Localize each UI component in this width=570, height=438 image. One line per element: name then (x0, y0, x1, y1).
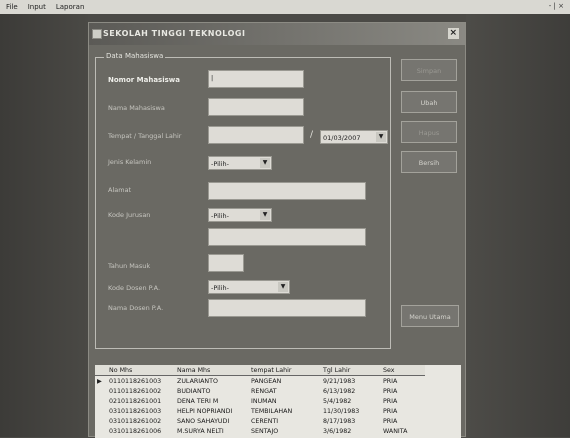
close-button[interactable]: × (448, 28, 459, 39)
kode-jurusan-select[interactable]: -Pilih- ▼ (208, 208, 272, 222)
table-cell[interactable]: PRIA (381, 386, 425, 396)
table-cell[interactable]: SANO SAHAYUDI (175, 416, 249, 426)
dialog-title: SEKOLAH TINGGI TEKNOLOGI (103, 29, 246, 38)
table-row[interactable]: 0110118261002 BUDIANTO RENGAT 6/13/1982 … (95, 386, 425, 396)
kode-jurusan-value: -Pilih- (211, 212, 230, 220)
table-cell[interactable]: 0310118261002 (107, 416, 175, 426)
row-selector[interactable] (95, 396, 107, 406)
table-cell[interactable]: DENA TERI M (175, 396, 249, 406)
nama-jurusan-display (208, 228, 366, 246)
student-table: No Mhs Nama Mhs tempat Lahir Tgl Lahir S… (95, 365, 425, 436)
table-cell[interactable]: RENGAT (249, 386, 321, 396)
tahun-masuk-label: Tahun Masuk (108, 262, 151, 270)
row-selector[interactable] (95, 406, 107, 416)
menu-input[interactable]: Input (28, 3, 46, 11)
alamat-label: Alamat (108, 186, 132, 194)
nama-dosen-display (208, 299, 366, 317)
window-controls[interactable]: - | × (549, 2, 564, 10)
row-selector-header (95, 365, 107, 376)
table-cell[interactable]: SENTAJO (249, 426, 321, 436)
table-cell[interactable]: PRIA (381, 406, 425, 416)
nama-dosen-label: Nama Dosen P.A. (108, 304, 164, 312)
tanggal-lahir-value: 01/03/2007 (323, 134, 361, 142)
bersih-button[interactable]: Bersih (401, 151, 457, 173)
hapus-button[interactable]: Hapus (401, 121, 457, 143)
column-header[interactable]: Nama Mhs (175, 365, 249, 376)
table-cell[interactable]: PRIA (381, 416, 425, 426)
table-cell[interactable]: M.SURYA NELTI (175, 426, 249, 436)
tempat-lahir-input[interactable] (208, 126, 304, 144)
nama-mahasiswa-label: Nama Mahasiswa (108, 104, 165, 112)
kode-dosen-label: Kode Dosen P.A. (108, 284, 161, 292)
column-header[interactable]: No Mhs (107, 365, 175, 376)
menu-bar: File Input Laporan - | × (0, 0, 570, 14)
row-selector[interactable] (95, 426, 107, 436)
table-row[interactable]: ▶ 0110118261003 ZULARIANTO PANGEAN 9/21/… (95, 376, 425, 387)
tempat-tanggal-lahir-label: Tempat / Tanggal Lahir (108, 132, 182, 140)
chevron-down-icon[interactable]: ▼ (260, 158, 270, 168)
menu-laporan[interactable]: Laporan (56, 3, 85, 11)
kode-dosen-value: -Pilih- (211, 284, 230, 292)
tanggal-lahir-picker[interactable]: 01/03/2007 ▼ (320, 130, 388, 144)
date-separator: / (310, 130, 314, 140)
table-cell[interactable]: HELPI NOPRIANDI (175, 406, 249, 416)
table-cell[interactable]: 0310118261006 (107, 426, 175, 436)
column-header[interactable]: tempat Lahir (249, 365, 321, 376)
menu-file[interactable]: File (6, 3, 18, 11)
table-cell[interactable]: PRIA (381, 396, 425, 406)
row-pointer-icon: ▶ (97, 377, 102, 385)
table-cell[interactable]: ZULARIANTO (175, 376, 249, 387)
row-selector[interactable] (95, 416, 107, 426)
left-background-panel (0, 14, 88, 437)
menu-utama-button[interactable]: Menu Utama (401, 305, 459, 327)
jenis-kelamin-value: -Pilih- (211, 160, 230, 168)
table-cell[interactable]: 6/13/1982 (321, 386, 381, 396)
table-cell[interactable]: 8/17/1983 (321, 416, 381, 426)
chevron-down-icon[interactable]: ▼ (278, 282, 288, 292)
right-background-panel (466, 14, 570, 437)
column-header[interactable]: Tgl Lahir (321, 365, 381, 376)
ubah-button[interactable]: Ubah (401, 91, 457, 113)
table-row[interactable]: 0310118261006 M.SURYA NELTI SENTAJO 3/6/… (95, 426, 425, 436)
app-icon (92, 29, 102, 39)
column-header[interactable]: Sex (381, 365, 425, 376)
table-cell[interactable]: 3/6/1982 (321, 426, 381, 436)
student-data-grid[interactable]: No Mhs Nama Mhs tempat Lahir Tgl Lahir S… (95, 365, 461, 438)
table-cell[interactable]: PRIA (381, 376, 425, 387)
table-cell[interactable]: 5/4/1982 (321, 396, 381, 406)
table-header-row: No Mhs Nama Mhs tempat Lahir Tgl Lahir S… (95, 365, 425, 376)
table-cell[interactable]: 9/21/1983 (321, 376, 381, 387)
table-cell[interactable]: WANITA (381, 426, 425, 436)
jenis-kelamin-select[interactable]: -Pilih- ▼ (208, 156, 272, 170)
table-cell[interactable]: 0310118261003 (107, 406, 175, 416)
table-cell[interactable]: 0210118261001 (107, 396, 175, 406)
dialog-titlebar[interactable]: SEKOLAH TINGGI TEKNOLOGI × (89, 23, 465, 45)
table-row[interactable]: 0310118261003 HELPI NOPRIANDI TEMBILAHAN… (95, 406, 425, 416)
student-data-dialog: SEKOLAH TINGGI TEKNOLOGI × Data Mahasisw… (88, 22, 466, 438)
data-mahasiswa-groupbox: Data Mahasiswa Nomor Mahasiswa | Nama Ma… (95, 52, 391, 349)
table-row[interactable]: 0310118261002 SANO SAHAYUDI CERENTI 8/17… (95, 416, 425, 426)
tahun-masuk-input[interactable] (208, 254, 244, 272)
kode-jurusan-label: Kode Jurusan (108, 211, 151, 219)
table-cell[interactable]: 0110118261002 (107, 386, 175, 396)
table-cell[interactable]: PANGEAN (249, 376, 321, 387)
table-row[interactable]: 0210118261001 DENA TERI M INUMAN 5/4/198… (95, 396, 425, 406)
nomor-mahasiswa-label: Nomor Mahasiswa (108, 76, 180, 84)
kode-dosen-select[interactable]: -Pilih- ▼ (208, 280, 290, 294)
table-cell[interactable]: INUMAN (249, 396, 321, 406)
row-selector[interactable] (95, 386, 107, 396)
groupbox-label: Data Mahasiswa (104, 52, 166, 60)
table-cell[interactable]: CERENTI (249, 416, 321, 426)
nomor-mahasiswa-input[interactable]: | (208, 70, 304, 88)
simpan-button[interactable]: Simpan (401, 59, 457, 81)
chevron-down-icon[interactable]: ▼ (376, 132, 386, 142)
table-cell[interactable]: BUDIANTO (175, 386, 249, 396)
chevron-down-icon[interactable]: ▼ (260, 210, 270, 220)
table-cell[interactable]: 11/30/1983 (321, 406, 381, 416)
jenis-kelamin-label: Jenis Kelamin (108, 158, 152, 166)
table-cell[interactable]: TEMBILAHAN (249, 406, 321, 416)
nama-mahasiswa-input[interactable] (208, 98, 304, 116)
table-cell[interactable]: 0110118261003 (107, 376, 175, 387)
alamat-input[interactable] (208, 182, 366, 200)
